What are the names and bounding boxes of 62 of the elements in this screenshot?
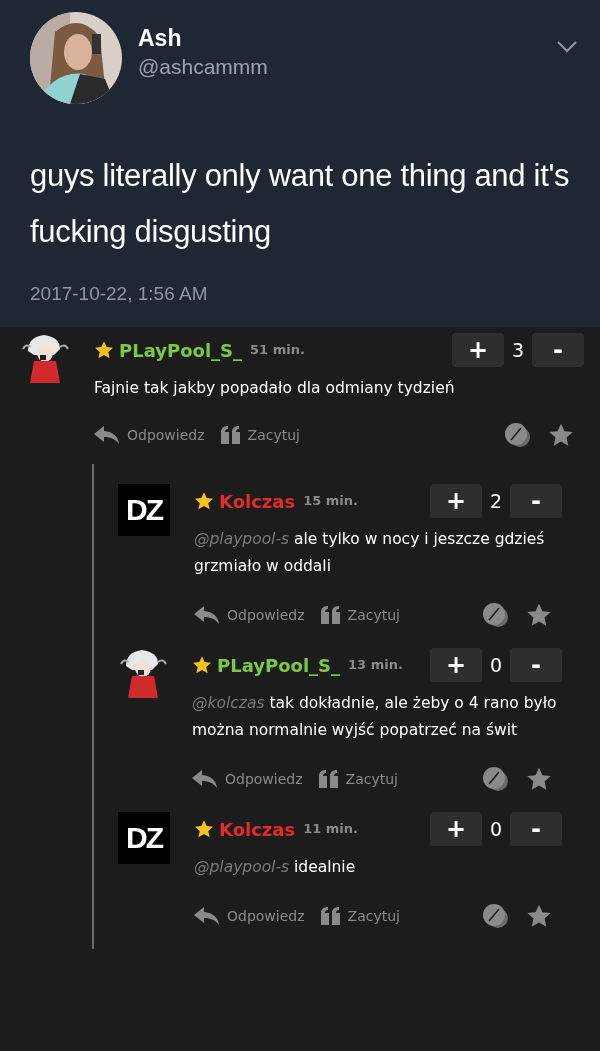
reply-link[interactable]: Odpowiedz bbox=[94, 424, 205, 446]
comment-time: 11 min. bbox=[303, 820, 358, 839]
star-icon[interactable] bbox=[526, 602, 552, 628]
mention-link[interactable]: @playpool-s bbox=[194, 858, 290, 876]
reply-icon bbox=[194, 907, 220, 925]
reply-icon bbox=[192, 770, 218, 788]
tweet-text: guys literally only want one thing and it's fucking disgusting bbox=[30, 157, 571, 251]
tweet-timestamp: 2017-10-22, 1:56 AM bbox=[30, 282, 209, 306]
mention-link[interactable]: @playpool-s bbox=[194, 530, 290, 548]
reply-link[interactable]: Odpowiedz bbox=[194, 604, 305, 626]
quote-icon bbox=[220, 426, 241, 444]
username[interactable]: Kolczas bbox=[219, 815, 296, 843]
upvote-button[interactable]: + bbox=[452, 333, 504, 367]
quote-link[interactable]: Zacytuj bbox=[320, 604, 400, 626]
user-name: Ash bbox=[138, 26, 183, 52]
gauge-icon[interactable] bbox=[482, 903, 510, 929]
downvote-button[interactable]: - bbox=[510, 812, 562, 846]
reply-icon bbox=[94, 426, 120, 444]
comment-time: 13 min. bbox=[348, 656, 403, 675]
user-handle: @ashcammm bbox=[138, 54, 269, 81]
downvote-button[interactable]: - bbox=[510, 484, 562, 518]
vote-count: 0 bbox=[488, 816, 504, 842]
comment-text: @kolczas tak dokładnie, ale żeby o 4 rano było można normalnie wyjść popatrzeć na świt bbox=[192, 694, 557, 739]
reply-link[interactable]: Odpowiedz bbox=[194, 905, 305, 927]
username[interactable]: PLayPool_S_ bbox=[119, 336, 243, 364]
gauge-icon[interactable] bbox=[482, 766, 510, 792]
vote-count: 3 bbox=[510, 337, 526, 363]
gauge-icon[interactable] bbox=[504, 422, 532, 448]
downvote-button[interactable]: - bbox=[510, 648, 562, 682]
star-icon[interactable] bbox=[526, 766, 552, 792]
upvote-button[interactable]: + bbox=[430, 812, 482, 846]
mention-link[interactable]: @kolczas bbox=[192, 694, 265, 712]
comment-text: @playpool-s idealnie bbox=[194, 858, 356, 876]
star-icon bbox=[194, 491, 214, 511]
quote-icon bbox=[320, 606, 341, 624]
upvote-button[interactable]: + bbox=[430, 648, 482, 682]
star-icon[interactable] bbox=[548, 422, 574, 448]
upvote-button[interactable]: + bbox=[430, 484, 482, 518]
avatar-image: DZ bbox=[118, 812, 170, 864]
username[interactable]: PLayPool_S_ bbox=[217, 651, 341, 679]
quote-icon bbox=[318, 770, 339, 788]
comment-time: 51 min. bbox=[250, 341, 305, 360]
vote-count: 2 bbox=[488, 488, 504, 514]
quote-icon bbox=[320, 907, 341, 925]
quote-link[interactable]: Zacytuj bbox=[220, 424, 300, 446]
reply-link[interactable]: Odpowiedz bbox=[192, 768, 303, 790]
vote-count: 0 bbox=[488, 652, 504, 678]
star-icon bbox=[194, 819, 214, 839]
quote-link[interactable]: Zacytuj bbox=[320, 905, 400, 927]
star-icon bbox=[94, 340, 114, 360]
username[interactable]: Kolczas bbox=[219, 487, 296, 515]
comment-text: @playpool-s ale tylko w nocy i jeszcze gdzieś grzmiało w oddali bbox=[194, 530, 545, 575]
avatar-image: DZ bbox=[118, 484, 170, 536]
quote-link[interactable]: Zacytuj bbox=[318, 768, 398, 790]
comment-text: Fajnie tak jakby popadało dla odmiany tydzień bbox=[94, 378, 456, 399]
star-icon[interactable] bbox=[526, 903, 552, 929]
gauge-icon[interactable] bbox=[482, 602, 510, 628]
comment-time: 15 min. bbox=[303, 492, 358, 511]
star-icon bbox=[192, 655, 212, 675]
downvote-button[interactable]: - bbox=[532, 333, 584, 367]
chevron-down-icon[interactable] bbox=[556, 40, 578, 54]
reply-icon bbox=[194, 606, 220, 624]
